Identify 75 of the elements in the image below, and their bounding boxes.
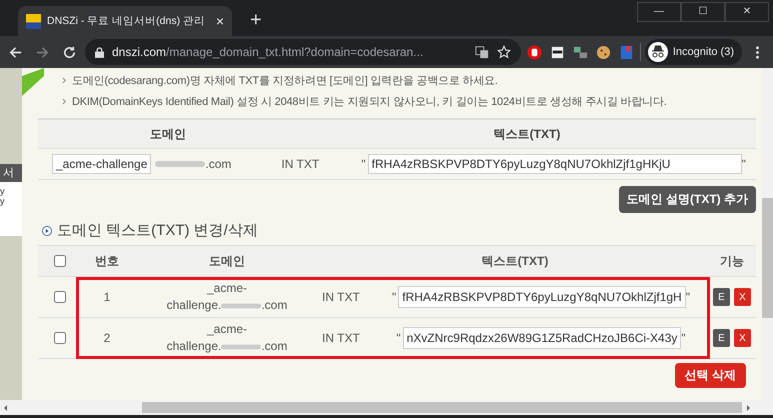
window-control-button[interactable]: — [637,2,681,22]
record-type: IN TXT [322,331,361,345]
quote-mark: " [681,331,686,345]
txt-input[interactable]: fRHA4zRBSKPVP8DTY6pyLuzgY8qNU7OkhlZjf1gHKjU [368,154,742,174]
column-header: 도메인 [149,126,187,142]
scroll-right-icon[interactable] [744,404,752,412]
domain-text: challenge. [166,338,222,355]
address-bar[interactable]: dnszi.com/manage_domain_txt.html?domain=codesaran... [85,39,521,65]
row-checkbox[interactable] [54,332,66,344]
forward-icon[interactable] [35,44,50,60]
domain-text: _acme- [206,280,247,297]
extension-icon[interactable] [550,44,565,60]
reload-icon[interactable] [62,44,77,60]
record-type: IN TXT [322,290,361,304]
delete-button[interactable]: X [734,329,751,347]
row-checkbox[interactable] [54,291,66,303]
domain-input[interactable]: _acme-challenge [52,154,152,174]
site-logo-icon [26,14,41,28]
side-text: y [0,186,6,196]
note-text: DKIM(DomainKeys Identified Mail) 설정 시 2048비트 키는 지원되지 않사오니, 키 길이는 1024비트로 생성해 주시길 바랍니다. [72,95,667,109]
redacted-text-icon [221,342,262,352]
star-icon[interactable] [496,45,511,59]
domain-text: _acme- [206,321,247,338]
quote-mark: " [686,290,690,304]
section-title: 도메인 텍스트(TXT) 변경/삭제 [57,221,258,240]
horizontal-scrollbar[interactable] [0,400,773,418]
note-text: 도메인(codesarang.com)명 자체에 TXT를 지정하려면 [도메인] 입력란을 공백으로 하세요. [72,74,498,88]
browser-tab[interactable]: DNSZi - 무료 네임서버(dns) 관리 × [18,6,232,36]
window-control-button[interactable]: ☐ [681,2,725,22]
select-all-checkbox[interactable] [54,255,66,267]
url-text: dnszi.com/manage_domain_txt.html?domain=codesaran... [112,45,424,59]
corner-ribbon-icon [22,68,44,96]
bullet-icon [62,77,67,84]
lock-icon [95,46,104,58]
domain-suffix: .com [261,338,288,355]
txt-input[interactable]: nXvZNrc9Rqdzx26W89G1Z5RadCHzoJB6Ci-X43y [402,327,682,349]
column-header: 기능 [719,252,745,270]
quote-mark: " [742,157,746,171]
quote-mark: " [392,290,396,304]
incognito-icon [648,42,668,62]
back-icon[interactable] [8,44,23,60]
translate-icon[interactable] [474,45,489,59]
quote-mark: " [396,331,401,345]
bullet-icon [62,98,67,105]
profile-button[interactable]: Incognito (3) [644,39,742,65]
delete-selected-button[interactable]: 선택 삭제 [674,363,746,388]
tab-title: DNSZi - 무료 네임서버(dns) 관리 [47,14,206,28]
window-control-button[interactable]: ✕ [725,2,769,22]
redacted-text-icon [155,159,206,169]
domain-suffix: .com [205,157,232,171]
vertical-scrollbar[interactable] [762,68,773,400]
play-circle-icon [42,226,52,236]
edit-button[interactable]: E [713,329,730,347]
quote-mark: " [361,157,366,171]
column-header: 텍스트(TXT) [492,126,562,142]
row-number: 1 [102,290,112,304]
record-type: IN TXT [281,157,320,171]
cookie-icon[interactable] [596,44,611,60]
close-tab-button[interactable]: × [216,13,224,29]
domain-suffix: .com [261,297,288,314]
add-txt-button[interactable]: 도메인 설명(TXT) 추가 [618,186,756,213]
bookmark-icon[interactable] [618,44,634,60]
scroll-left-icon[interactable] [2,404,10,412]
column-header: 번호 [94,252,120,270]
edit-button[interactable]: E [713,288,730,306]
new-tab-button[interactable]: + [250,9,262,32]
side-label: 서 [0,164,22,182]
side-text: y [0,196,6,206]
row-number: 2 [102,331,112,345]
column-header: 텍스트(TXT) [480,252,550,270]
column-header: 도메인 [208,252,246,270]
redacted-text-icon [221,300,262,310]
delete-button[interactable]: X [734,288,751,306]
txt-input[interactable]: fRHA4zRBSKPVP8DTY6pyLuzgY8qNU7OkhlZjf1gH [398,286,686,308]
domain-text: challenge. [166,297,222,314]
